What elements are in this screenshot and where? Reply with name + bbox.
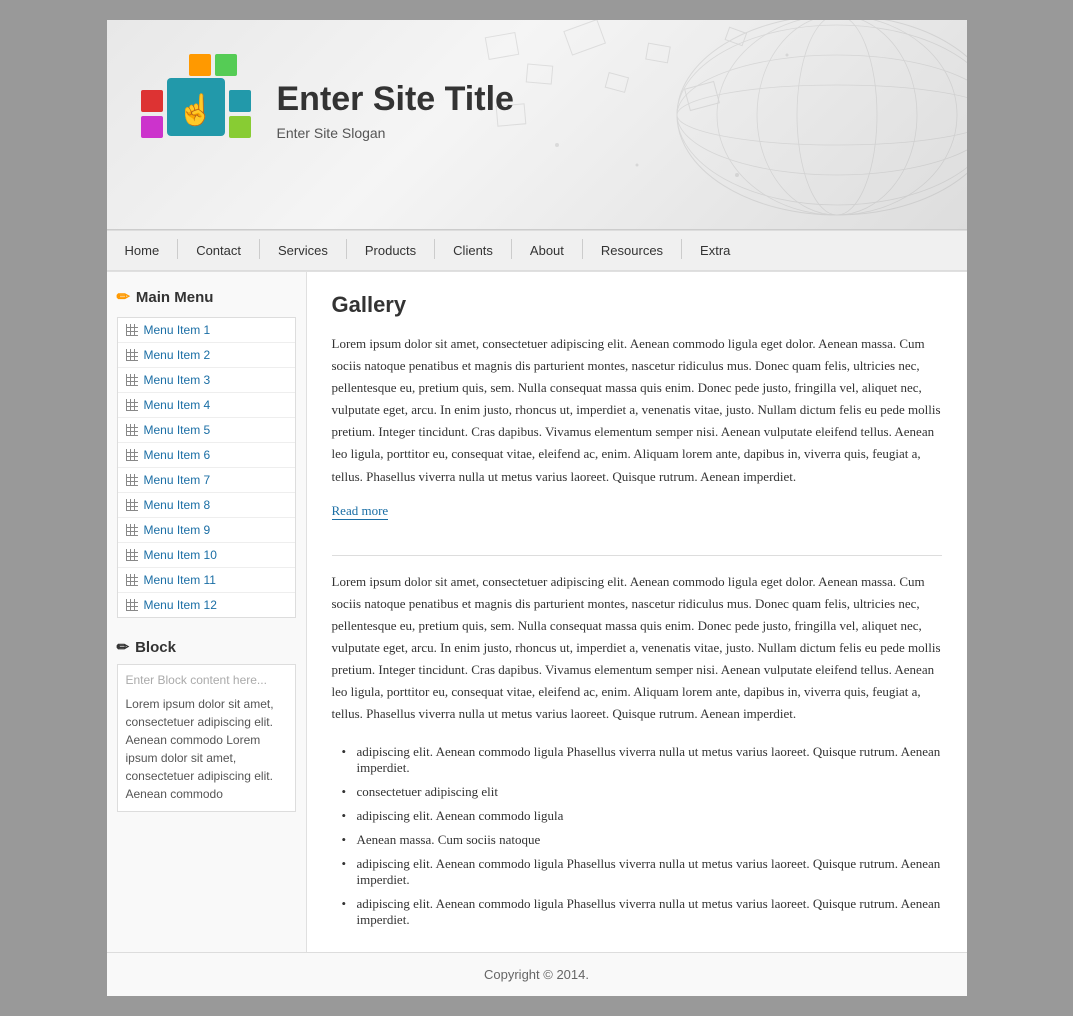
nav-item-resources[interactable]: Resources bbox=[583, 231, 681, 270]
menu-link-2[interactable]: Menu Item 2 bbox=[118, 343, 295, 367]
menu-link-5[interactable]: Menu Item 5 bbox=[118, 418, 295, 442]
menu-list-item: Menu Item 1 bbox=[118, 318, 295, 343]
content-wrapper: ✏ Main Menu Menu Item 1 Menu Item 2 Menu… bbox=[107, 271, 967, 952]
bullet-list-item: adipiscing elit. Aenean commodo ligula bbox=[342, 804, 942, 828]
nav-link-resources[interactable]: Resources bbox=[583, 231, 681, 270]
block-section: ✏ Block Enter Block content here... Lore… bbox=[117, 638, 296, 812]
bullet-list-item: adipiscing elit. Aenean commodo ligula P… bbox=[342, 852, 942, 892]
menu-list-item: Menu Item 2 bbox=[118, 343, 295, 368]
bullet-list-item: adipiscing elit. Aenean commodo ligula P… bbox=[342, 892, 942, 932]
read-more-link[interactable]: Read more bbox=[332, 503, 389, 520]
grid-icon bbox=[126, 524, 138, 536]
block-lorem-text: Lorem ipsum dolor sit amet, consectetuer… bbox=[126, 695, 287, 803]
menu-box: Menu Item 1 Menu Item 2 Menu Item 3 Menu… bbox=[117, 317, 296, 618]
bullet-list-item: consectetuer adipiscing elit bbox=[342, 780, 942, 804]
block-pencil-icon: ✏ bbox=[117, 638, 130, 656]
grid-icon bbox=[126, 474, 138, 486]
content-divider bbox=[332, 555, 942, 556]
page-title: Gallery bbox=[332, 292, 942, 318]
svg-text:☝: ☝ bbox=[177, 91, 214, 128]
nav-item-home[interactable]: Home bbox=[107, 231, 178, 270]
menu-link-11[interactable]: Menu Item 11 bbox=[118, 568, 295, 592]
nav-link-about[interactable]: About bbox=[512, 231, 582, 270]
menu-list-item: Menu Item 9 bbox=[118, 518, 295, 543]
menu-list-item: Menu Item 4 bbox=[118, 393, 295, 418]
menu-list-item: Menu Item 11 bbox=[118, 568, 295, 593]
grid-icon bbox=[126, 399, 138, 411]
menu-link-3[interactable]: Menu Item 3 bbox=[118, 368, 295, 392]
menu-link-6[interactable]: Menu Item 6 bbox=[118, 443, 295, 467]
menu-list: Menu Item 1 Menu Item 2 Menu Item 3 Menu… bbox=[118, 318, 295, 617]
main-nav: Home Contact Services Products Clients A… bbox=[107, 230, 967, 271]
grid-icon bbox=[126, 349, 138, 361]
grid-icon bbox=[126, 574, 138, 586]
menu-list-item: Menu Item 7 bbox=[118, 468, 295, 493]
nav-link-clients[interactable]: Clients bbox=[435, 231, 511, 270]
nav-list: Home Contact Services Products Clients A… bbox=[107, 231, 967, 270]
menu-link-9[interactable]: Menu Item 9 bbox=[118, 518, 295, 542]
content-para-1: Lorem ipsum dolor sit amet, consectetuer… bbox=[332, 333, 942, 488]
nav-link-contact[interactable]: Contact bbox=[178, 231, 259, 270]
site-footer: Copyright © 2014. bbox=[107, 952, 967, 996]
menu-list-item: Menu Item 3 bbox=[118, 368, 295, 393]
site-title: Enter Site Title bbox=[277, 80, 514, 119]
block-title: ✏ Block bbox=[117, 638, 296, 656]
menu-list-item: Menu Item 6 bbox=[118, 443, 295, 468]
site-title-area: Enter Site Title Enter Site Slogan bbox=[277, 80, 514, 141]
pencil-icon: ✏ bbox=[117, 287, 130, 307]
menu-link-1[interactable]: Menu Item 1 bbox=[118, 318, 295, 342]
nav-link-home[interactable]: Home bbox=[107, 231, 178, 270]
menu-list-item: Menu Item 12 bbox=[118, 593, 295, 617]
nav-item-products[interactable]: Products bbox=[347, 231, 434, 270]
content-para-2: Lorem ipsum dolor sit amet, consectetuer… bbox=[332, 571, 942, 726]
bullet-list-item: Aenean massa. Cum sociis natoque bbox=[342, 828, 942, 852]
grid-icon bbox=[126, 549, 138, 561]
header-bg-pattern bbox=[437, 20, 967, 230]
menu-link-7[interactable]: Menu Item 7 bbox=[118, 468, 295, 492]
nav-link-products[interactable]: Products bbox=[347, 231, 434, 270]
grid-icon bbox=[126, 599, 138, 611]
menu-link-8[interactable]: Menu Item 8 bbox=[118, 493, 295, 517]
menu-list-item: Menu Item 10 bbox=[118, 543, 295, 568]
outer-wrapper: ☝ Enter Site Title Enter Site Slogan Ho bbox=[107, 20, 967, 996]
header-logo-area: ☝ Enter Site Title Enter Site Slogan bbox=[137, 50, 514, 170]
logo-icon: ☝ bbox=[137, 50, 257, 170]
menu-list-item: Menu Item 5 bbox=[118, 418, 295, 443]
menu-link-4[interactable]: Menu Item 4 bbox=[118, 393, 295, 417]
menu-list-item: Menu Item 8 bbox=[118, 493, 295, 518]
grid-icon bbox=[126, 499, 138, 511]
grid-icon bbox=[126, 449, 138, 461]
site-header: ☝ Enter Site Title Enter Site Slogan bbox=[107, 20, 967, 230]
nav-link-extra[interactable]: Extra bbox=[682, 231, 748, 270]
footer-text: Copyright © 2014. bbox=[484, 967, 589, 982]
block-enter-text: Enter Block content here... bbox=[126, 673, 287, 687]
block-content-box: Enter Block content here... Lorem ipsum … bbox=[117, 664, 296, 812]
menu-link-12[interactable]: Menu Item 12 bbox=[118, 593, 295, 617]
bullet-list-item: adipiscing elit. Aenean commodo ligula P… bbox=[342, 740, 942, 780]
site-slogan: Enter Site Slogan bbox=[277, 125, 514, 141]
nav-item-extra[interactable]: Extra bbox=[682, 231, 748, 270]
main-menu-title: ✏ Main Menu bbox=[117, 287, 296, 307]
nav-item-contact[interactable]: Contact bbox=[178, 231, 259, 270]
grid-icon bbox=[126, 424, 138, 436]
nav-item-services[interactable]: Services bbox=[260, 231, 346, 270]
menu-link-10[interactable]: Menu Item 10 bbox=[118, 543, 295, 567]
main-content: Gallery Lorem ipsum dolor sit amet, cons… bbox=[307, 272, 967, 952]
sidebar: ✏ Main Menu Menu Item 1 Menu Item 2 Menu… bbox=[107, 272, 307, 952]
logo-squares-svg: ☝ bbox=[137, 50, 257, 170]
nav-item-clients[interactable]: Clients bbox=[435, 231, 511, 270]
grid-icon bbox=[126, 324, 138, 336]
nav-link-services[interactable]: Services bbox=[260, 231, 346, 270]
grid-icon bbox=[126, 374, 138, 386]
nav-item-about[interactable]: About bbox=[512, 231, 582, 270]
